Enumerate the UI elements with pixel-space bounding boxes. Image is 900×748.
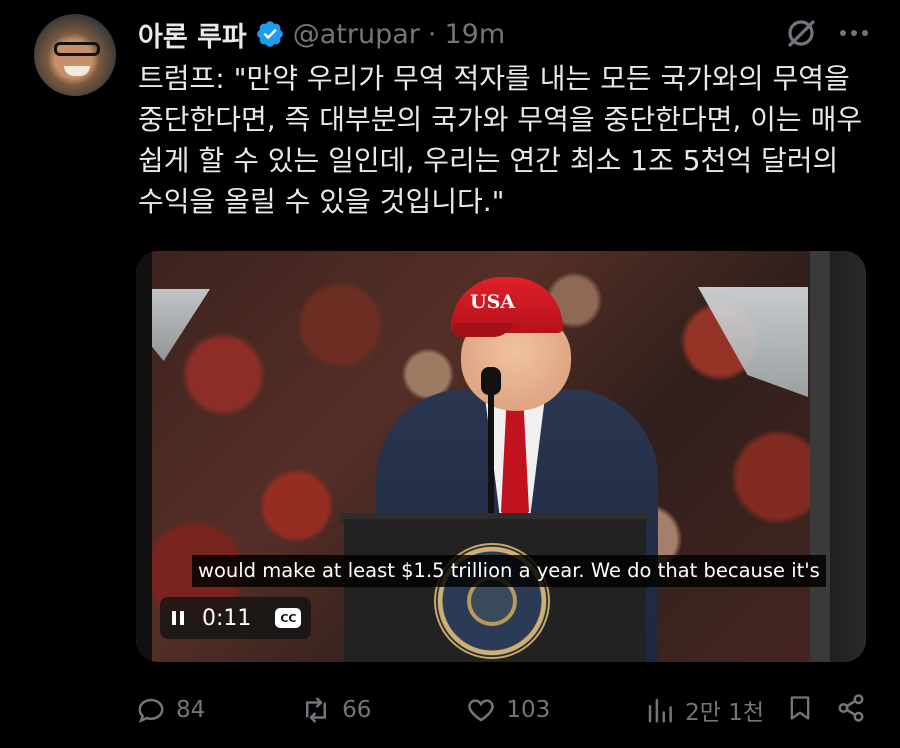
like-icon [468, 699, 495, 722]
video-frame-edge [136, 251, 152, 662]
verified-badge-icon [256, 21, 283, 47]
share-icon[interactable] [836, 693, 866, 727]
tweet-top-actions [784, 16, 870, 50]
tweet-time[interactable]: 19m [445, 19, 506, 50]
tweet-card[interactable]: 아론 루파 @atrupar · 19m 트럼프: "만약 우리가 무역 적자를… [0, 0, 900, 748]
bookmark-icon[interactable] [786, 693, 814, 727]
repost-button[interactable]: 66 [300, 695, 371, 725]
video-timestamp: 0:11 [202, 605, 252, 631]
pause-icon[interactable] [172, 611, 184, 625]
video-caption: would make at least $1.5 trillion a year… [192, 555, 826, 587]
like-count: 103 [506, 697, 551, 723]
reply-count: 84 [176, 697, 206, 723]
reply-icon [138, 698, 164, 723]
repost-icon [306, 697, 327, 723]
views-icon [648, 698, 672, 723]
more-icon[interactable] [838, 28, 870, 38]
video-frame-pole [810, 251, 830, 662]
author-name[interactable]: 아론 루파 [138, 15, 247, 54]
author-handle[interactable]: @atrupar [293, 19, 420, 50]
avatar[interactable] [34, 14, 116, 96]
time-separator: · [427, 18, 437, 50]
views-button[interactable]: 2만 1천 [645, 693, 764, 727]
views-count: 2만 1천 [685, 700, 764, 726]
tweet-header: 아론 루파 @atrupar · 19m [138, 14, 505, 54]
secondary-actions: 2만 1천 [645, 693, 866, 727]
avatar-smile [64, 66, 90, 76]
tweet-actions: 84 66 103 2만 1천 [136, 688, 866, 732]
video-player[interactable]: USA would make at least $1.5 trillion a … [136, 251, 866, 662]
reply-button[interactable]: 84 [136, 695, 205, 725]
avatar-glasses [54, 42, 100, 56]
grok-icon[interactable] [784, 16, 818, 50]
closed-captions-button[interactable]: CC [275, 608, 302, 628]
repost-count: 66 [342, 697, 372, 723]
cap-lettering: USA [470, 291, 516, 313]
tweet-text: 트럼프: "만약 우리가 무역 적자를 내는 모든 국가와의 무역을 중단한다면… [138, 62, 872, 218]
video-controls: 0:11 CC [160, 597, 312, 639]
like-button[interactable]: 103 [466, 695, 550, 725]
